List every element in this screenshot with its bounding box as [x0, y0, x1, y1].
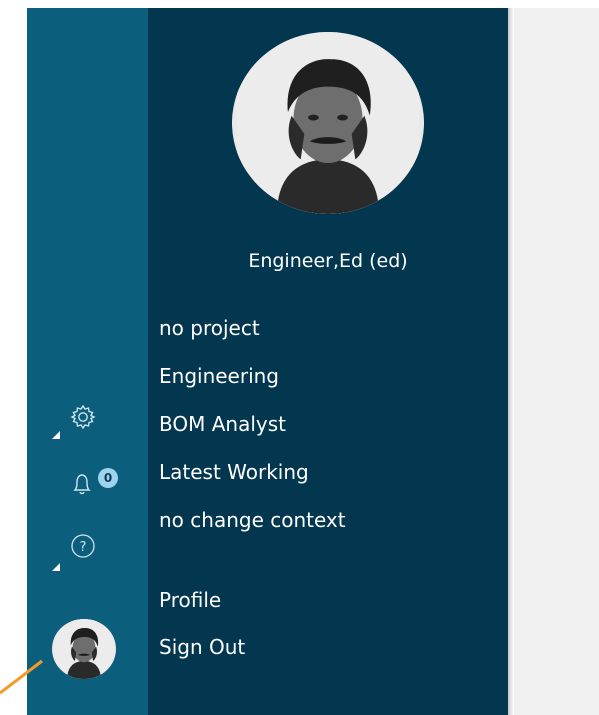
context-project[interactable]: no project — [159, 316, 260, 340]
user-avatar-button[interactable] — [52, 619, 116, 679]
help-expand-caret — [52, 563, 60, 571]
portrait-avatar-small — [54, 619, 114, 679]
context-change[interactable]: no change context — [159, 508, 346, 532]
bell-icon[interactable] — [67, 468, 97, 498]
settings-expand-caret — [52, 431, 60, 439]
gear-icon[interactable] — [68, 402, 98, 432]
profile-avatar-large — [232, 32, 424, 214]
profile-link[interactable]: Profile — [159, 588, 221, 612]
notification-count-badge: 0 — [98, 468, 118, 488]
context-organization[interactable]: Engineering — [159, 364, 279, 388]
left-nav-rail — [27, 8, 148, 715]
portrait-avatar — [237, 32, 419, 214]
sign-out-link[interactable]: Sign Out — [159, 635, 245, 659]
main-content-area — [514, 8, 599, 715]
context-revision-rule[interactable]: Latest Working — [159, 460, 309, 484]
user-menu-screen: Engineer,Ed (ed) no project Engineering … — [0, 0, 599, 715]
context-role[interactable]: BOM Analyst — [159, 412, 286, 436]
svg-text:?: ? — [80, 540, 87, 555]
user-display-name: Engineer,Ed (ed) — [248, 250, 408, 272]
help-icon[interactable]: ? — [69, 532, 97, 560]
